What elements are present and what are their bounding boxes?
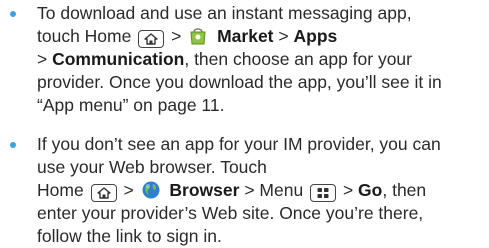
text-fragment: , then choose an app for your — [184, 49, 412, 69]
globe-icon — [140, 180, 162, 200]
bullet-dot — [10, 11, 16, 17]
text-line: Home > Browser > Menu > Go, then — [37, 179, 487, 202]
text-fragment: If you don’t see an app for your IM prov… — [37, 134, 441, 154]
text-line: To download and use an instant messaging… — [37, 2, 487, 25]
text-line: enter your provider’s Web site. Once you… — [37, 202, 487, 225]
home-key-icon — [138, 30, 165, 48]
communication-label: Communication — [52, 49, 185, 69]
go-label: Go — [358, 180, 383, 200]
bullet-dot — [10, 142, 16, 148]
text-line: If you don’t see an app for your IM prov… — [37, 133, 487, 156]
text-line: > Communication, then choose an app for … — [37, 48, 487, 71]
separator: > Menu — [244, 180, 304, 200]
manual-page: To download and use an instant messaging… — [0, 0, 489, 248]
page-reference: “App menu” on page 11. — [37, 95, 225, 115]
text-fragment: , then — [382, 180, 427, 200]
text-line: provider. Once you download the app, you… — [37, 71, 487, 94]
apps-label: Apps — [293, 26, 338, 46]
text-fragment: provider. Once you download the app, you… — [37, 72, 442, 92]
home-key-icon — [90, 184, 117, 202]
market-label: Market — [217, 26, 274, 46]
browser-label: Browser — [169, 180, 240, 200]
separator: > — [278, 26, 289, 46]
text-fragment: Home — [37, 180, 84, 200]
text-line: “App menu” on page 11. — [37, 94, 487, 117]
separator: > — [37, 49, 48, 69]
list-item: If you don’t see an app for your IM prov… — [0, 133, 489, 248]
text-fragment: follow the link to sign in. — [37, 226, 222, 246]
text-fragment: use your Web browser. Touch — [37, 157, 267, 177]
separator: > — [123, 180, 134, 200]
text-fragment: enter your provider’s Web site. Once you… — [37, 203, 424, 223]
text-line: touch Home > Market > Apps — [37, 25, 487, 48]
separator: > — [342, 180, 354, 200]
text-fragment: touch Home — [37, 26, 132, 46]
instruction-text: To download and use an instant messaging… — [37, 2, 487, 117]
menu-key-icon — [310, 184, 337, 202]
separator: > — [171, 26, 182, 46]
text-line: use your Web browser. Touch — [37, 156, 487, 179]
list-item: To download and use an instant messaging… — [0, 2, 489, 117]
text-line: follow the link to sign in. — [37, 225, 487, 248]
instruction-text: If you don’t see an app for your IM prov… — [37, 133, 487, 248]
text-fragment: To download and use an instant messaging… — [37, 3, 412, 23]
market-bag-icon — [187, 26, 209, 46]
